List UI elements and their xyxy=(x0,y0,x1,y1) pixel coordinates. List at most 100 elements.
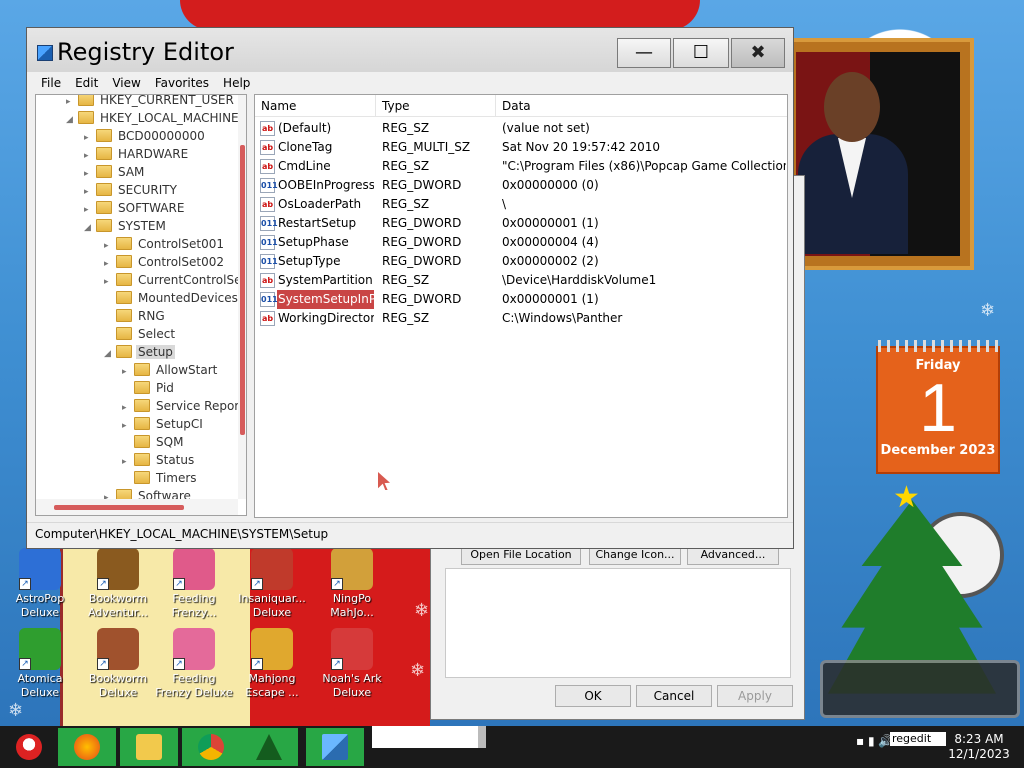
menu-item-favorites[interactable]: Favorites xyxy=(149,76,217,90)
value-type: REG_DWORD xyxy=(382,235,462,249)
value-row[interactable]: 011 OOBEInProgress REG_DWORD 0x00000000 (0) xyxy=(255,176,787,195)
folder-icon xyxy=(134,363,150,376)
expand-arrow-icon[interactable]: ◢ xyxy=(66,111,78,129)
tree-node[interactable]: ▸ CurrentControlSet xyxy=(104,271,247,289)
tray-icons[interactable]: ▪ ▮ 🔊 xyxy=(856,734,893,748)
value-row[interactable]: 011 SetupPhase REG_DWORD 0x00000004 (4) xyxy=(255,233,787,252)
string-value-icon: ab xyxy=(260,311,275,326)
desktop-shortcut[interactable]: ↗ Bookworm Adventur... xyxy=(78,548,158,620)
snowflake-icon: ❄ xyxy=(414,600,430,621)
tree-node[interactable]: ▸ SAM xyxy=(84,163,146,181)
tree-node[interactable]: Select xyxy=(104,325,177,343)
tree-vertical-scrollbar[interactable] xyxy=(238,95,246,499)
ok-button[interactable]: OK xyxy=(555,685,631,707)
taskbar-chrome[interactable] xyxy=(182,728,240,766)
menu-item-view[interactable]: View xyxy=(106,76,148,90)
desktop-shortcut[interactable]: ↗ Feeding Frenzy Deluxe xyxy=(154,628,234,700)
desktop-shortcut-label: Bookworm Deluxe xyxy=(88,672,148,699)
binary-value-icon: 011 xyxy=(260,216,278,231)
tree-node[interactable]: ◢ HKEY_LOCAL_MACHINE xyxy=(66,109,241,127)
menu-item-edit[interactable]: Edit xyxy=(69,76,106,90)
start-button[interactable] xyxy=(0,728,58,766)
folder-icon xyxy=(134,399,150,412)
folder-icon xyxy=(116,327,132,340)
folder-icon xyxy=(116,273,132,286)
tree-node-label: SYSTEM xyxy=(118,219,166,233)
tree-node[interactable]: Pid xyxy=(122,379,176,397)
column-header-data[interactable]: Data xyxy=(496,95,785,117)
value-row[interactable]: ab SystemPartition REG_SZ \Device\HarddiskV… xyxy=(255,271,787,290)
taskbar-tree-app[interactable] xyxy=(240,728,298,766)
value-row[interactable]: 011 SetupType REG_DWORD 0x00000002 (2) xyxy=(255,252,787,271)
taskbar-search-input[interactable]: regedit xyxy=(890,732,946,746)
menu-item-file[interactable]: File xyxy=(35,76,69,90)
expand-arrow-icon[interactable]: ◢ xyxy=(104,345,116,363)
tree-node[interactable]: ▸ SECURITY xyxy=(84,181,179,199)
status-path: Computer\HKEY_LOCAL_MACHINE\SYSTEM\Setup xyxy=(35,527,329,541)
game-icon: ↗ xyxy=(331,548,373,590)
expand-arrow-icon[interactable]: ◢ xyxy=(84,219,96,237)
snowflake-icon: ❄ xyxy=(8,700,24,721)
tree-node[interactable]: Timers xyxy=(122,469,199,487)
tree-node[interactable]: MountedDevices xyxy=(104,289,240,307)
tree-node[interactable]: RNG xyxy=(104,307,167,325)
column-header-name[interactable]: Name xyxy=(255,95,376,117)
tree-node[interactable]: ▸ BCD00000000 xyxy=(84,127,207,145)
value-row[interactable]: ab WorkingDirectory REG_SZ C:\Windows\Panth… xyxy=(255,309,787,328)
calendar-gadget[interactable]: Friday 1 December 2023 xyxy=(876,340,1000,474)
title-bar[interactable]: Registry Editor — ☐ ✖ xyxy=(27,28,793,72)
apply-button[interactable]: Apply xyxy=(717,685,793,707)
value-row[interactable]: ab (Default) REG_SZ (value not set) xyxy=(255,119,787,138)
binary-value-icon: 011 xyxy=(260,178,278,193)
desktop-shortcut[interactable]: ↗ Bookworm Deluxe xyxy=(78,628,158,700)
value-name: (Default) xyxy=(278,121,332,135)
tree-node-label: HKEY_LOCAL_MACHINE xyxy=(100,111,239,125)
cancel-button[interactable]: Cancel xyxy=(636,685,712,707)
desktop-shortcut-label: Mahjong Escape ... xyxy=(245,672,299,699)
value-row[interactable]: 011 RestartSetup REG_DWORD 0x00000001 (1) xyxy=(255,214,787,233)
desktop-shortcut[interactable]: ↗ AstroPop Deluxe xyxy=(0,548,80,620)
tree-node[interactable]: ▸ SetupCI xyxy=(122,415,205,433)
tree-node[interactable]: ▸ AllowStart xyxy=(122,361,219,379)
tree-horizontal-scrollbar[interactable] xyxy=(36,499,238,515)
tree-node[interactable]: ▸ ControlSet001 xyxy=(104,235,226,253)
tree-node[interactable]: ▸ SOFTWARE xyxy=(84,199,186,217)
tree-node[interactable]: ▸ HARDWARE xyxy=(84,145,190,163)
digital-clock-gadget[interactable] xyxy=(820,660,1020,718)
system-clock[interactable]: 8:23 AM 12/1/2023 xyxy=(944,732,1014,762)
tree-node[interactable]: ▸ Status xyxy=(122,451,196,469)
santa-start-icon xyxy=(16,734,42,760)
desktop-shortcut[interactable]: ↗ Atomica Deluxe xyxy=(0,628,80,700)
desktop-shortcut[interactable]: ↗ Insaniquar... Deluxe xyxy=(232,548,312,620)
tree-node[interactable]: ▸ ControlSet002 xyxy=(104,253,226,271)
close-button[interactable]: ✖ xyxy=(731,38,785,68)
taskbar-regedit[interactable] xyxy=(306,728,364,766)
tree-node[interactable]: ▸ HKEY_CURRENT_USER xyxy=(66,95,236,109)
key-tree-pane[interactable]: ▸ HKEY_CURRENT_USER ◢ HKEY_LOCAL_MACHINE ▸ BC… xyxy=(35,94,247,516)
value-row[interactable]: ab OsLoaderPath REG_SZ \ xyxy=(255,195,787,214)
menu-item-help[interactable]: Help xyxy=(217,76,258,90)
tree-node[interactable]: ◢ SYSTEM xyxy=(84,217,168,235)
desktop-shortcut[interactable]: ↗ Noah's Ark Deluxe xyxy=(312,628,392,700)
taskbar-firefox[interactable] xyxy=(58,728,116,766)
maximize-button[interactable]: ☐ xyxy=(673,38,729,68)
folder-icon xyxy=(78,111,94,124)
taskbar: ▪ ▮ 🔊 regedit 8:23 AM 12/1/2023 xyxy=(0,726,1024,768)
tree-node-label: ControlSet002 xyxy=(138,255,224,269)
tree-node-label: CurrentControlSet xyxy=(138,273,247,287)
column-header-type[interactable]: Type xyxy=(376,95,496,117)
desktop-shortcut[interactable]: ↗ Feeding Frenzy... xyxy=(154,548,234,620)
tree-node[interactable]: ▸ Service Report xyxy=(122,397,246,415)
minimize-button[interactable]: — xyxy=(617,38,671,68)
values-list-pane[interactable]: Name Type Data ab (Default) REG_SZ (value n… xyxy=(254,94,788,518)
value-row[interactable]: ab CmdLine REG_SZ "C:\Program Files (x86)\P… xyxy=(255,157,787,176)
desktop-shortcut[interactable]: ↗ NingPo MahJo... xyxy=(312,548,392,620)
value-row[interactable]: 011SystemSetupInP... REG_DWORD 0x00000001 … xyxy=(255,290,787,309)
tree-node[interactable]: ◢ Setup xyxy=(104,343,175,361)
binary-value-icon: 011 xyxy=(260,292,278,307)
taskbar-explorer[interactable] xyxy=(120,728,178,766)
value-row[interactable]: ab CloneTag REG_MULTI_SZ Sat Nov 20 19:57:4… xyxy=(255,138,787,157)
folder-icon xyxy=(134,417,150,430)
tree-node[interactable]: SQM xyxy=(122,433,185,451)
desktop-shortcut[interactable]: ↗ Mahjong Escape ... xyxy=(232,628,312,700)
